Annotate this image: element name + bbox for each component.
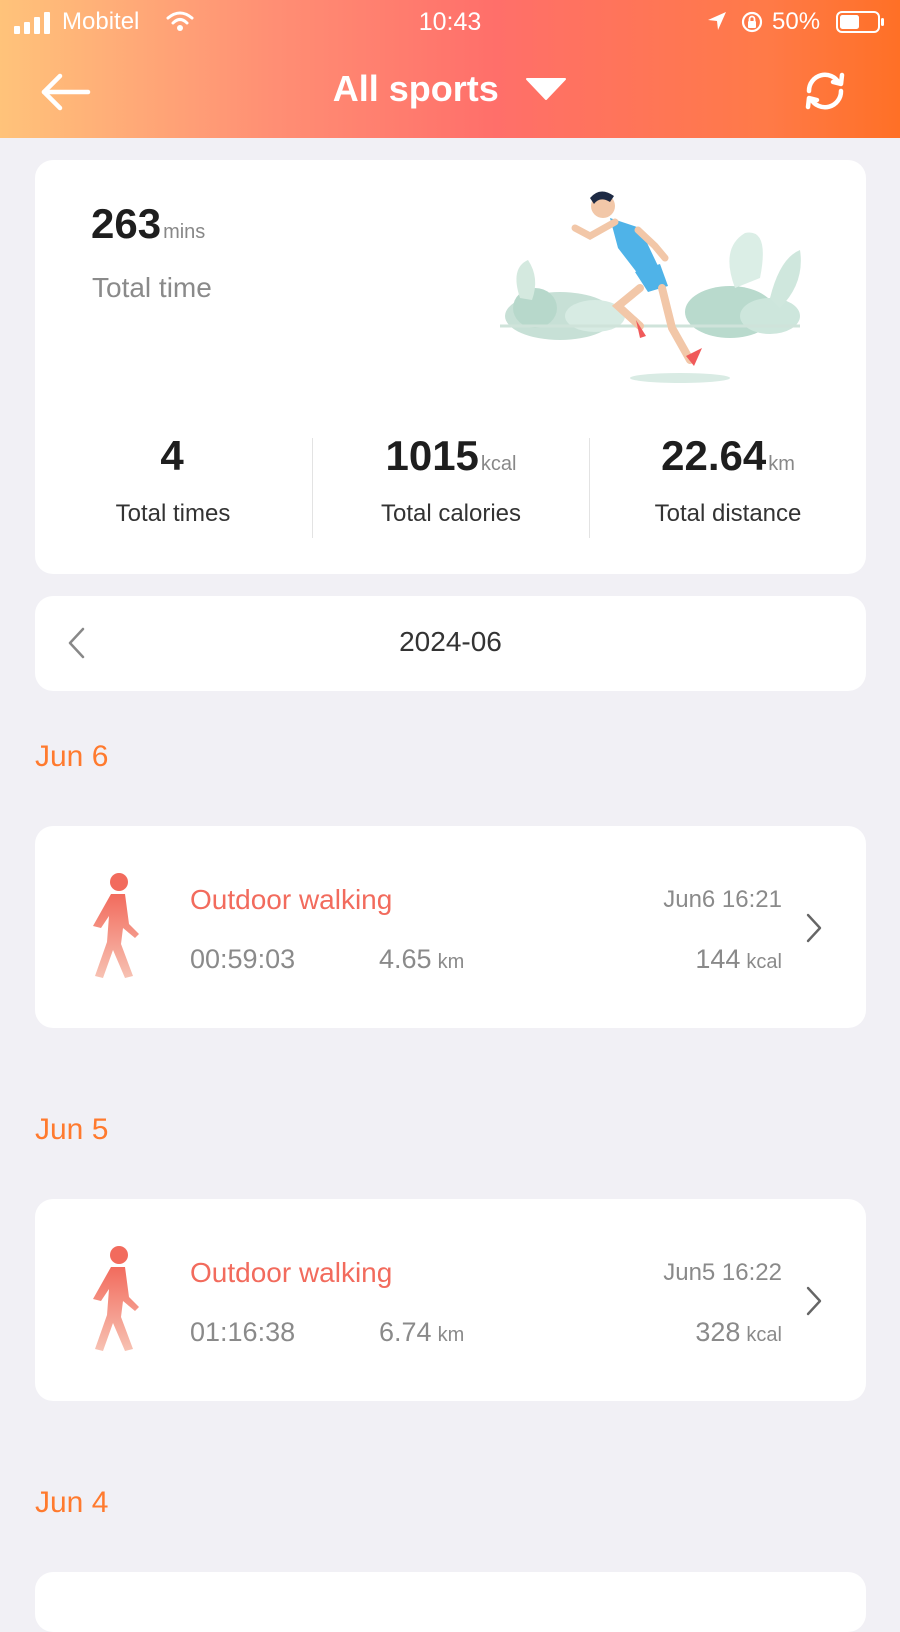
chevron-right-icon[interactable] xyxy=(805,1285,823,1317)
distance-value: 4.65 xyxy=(379,944,432,974)
status-time: 10:43 xyxy=(418,8,482,36)
stat-total-distance: 22.64 km Total distance xyxy=(590,432,866,528)
stat-label: Total calories xyxy=(380,500,522,527)
activity-calories: 144 kcal xyxy=(695,944,782,975)
total-time-unit: mins xyxy=(163,221,206,243)
sync-icon[interactable] xyxy=(800,66,850,116)
stat-value: 4 xyxy=(35,432,311,488)
day-header: Jun 4 xyxy=(35,1486,109,1519)
runner-illustration xyxy=(500,191,801,383)
stat-total-times: 4 Total times xyxy=(35,432,311,528)
activity-calories: 328 kcal xyxy=(695,1317,782,1348)
total-time-value: 263 mins xyxy=(91,200,205,248)
summary-card: 263 mins Total time 4 Total times 1015 kca… xyxy=(35,160,866,574)
stat-label: Total distance xyxy=(654,500,802,527)
calories-unit: kcal xyxy=(746,951,782,973)
activity-duration: 01:16:38 xyxy=(190,1317,296,1347)
stat-number: 4 xyxy=(160,432,184,479)
current-month: 2024-06 xyxy=(399,626,502,657)
activity-name: Outdoor walking xyxy=(190,884,393,915)
activity-datetime: Jun5 16:22 xyxy=(663,1259,782,1286)
stat-value: 22.64 km xyxy=(590,432,866,488)
distance-unit: km xyxy=(437,951,465,973)
distance-value: 6.74 xyxy=(379,1317,432,1347)
activity-distance: 4.65 km xyxy=(379,944,464,975)
activity-card[interactable]: Outdoor walking Jun5 16:22 01:16:38 6.74… xyxy=(35,1199,866,1401)
total-time-number: 263 xyxy=(91,200,162,247)
caret-down-icon xyxy=(526,78,567,100)
month-navigator: 2024-06 xyxy=(35,596,866,691)
battery-percent: 50% xyxy=(772,8,821,35)
page-title: All sports xyxy=(332,68,499,109)
day-header: Jun 5 xyxy=(35,1113,109,1146)
status-bar: Mobitel 10:43 50% xyxy=(0,0,900,44)
calories-value: 144 xyxy=(695,944,741,974)
activity-duration: 00:59:03 xyxy=(190,944,296,974)
stat-number: 22.64 xyxy=(661,432,767,479)
walking-person-icon xyxy=(93,873,139,978)
battery-icon xyxy=(836,11,884,33)
calories-unit: kcal xyxy=(746,1324,782,1346)
location-arrow-icon xyxy=(708,12,726,30)
calories-value: 328 xyxy=(695,1317,741,1347)
activity-card[interactable]: Outdoor walking Jun6 16:21 00:59:03 4.65… xyxy=(35,826,866,1028)
stat-total-calories: 1015 kcal Total calories xyxy=(313,432,589,528)
distance-unit: km xyxy=(437,1324,465,1346)
activity-card[interactable] xyxy=(35,1572,866,1632)
activity-datetime: Jun6 16:21 xyxy=(663,886,782,913)
day-header: Jun 6 xyxy=(35,740,109,773)
stat-unit: kcal xyxy=(480,453,517,475)
activity-name: Outdoor walking xyxy=(190,1257,393,1288)
sport-filter-dropdown[interactable]: All sports xyxy=(0,68,900,110)
total-time-label: Total time xyxy=(92,272,212,303)
stat-unit: km xyxy=(768,453,795,475)
stat-value: 1015 kcal xyxy=(313,432,589,488)
activity-distance: 6.74 km xyxy=(379,1317,464,1348)
stat-label: Total times xyxy=(115,500,231,527)
stat-number: 1015 xyxy=(385,432,479,479)
app-header: Mobitel 10:43 50% All sports xyxy=(0,0,900,138)
orientation-lock-icon xyxy=(741,11,763,33)
chevron-right-icon[interactable] xyxy=(805,912,823,944)
walking-person-icon xyxy=(93,1246,139,1351)
